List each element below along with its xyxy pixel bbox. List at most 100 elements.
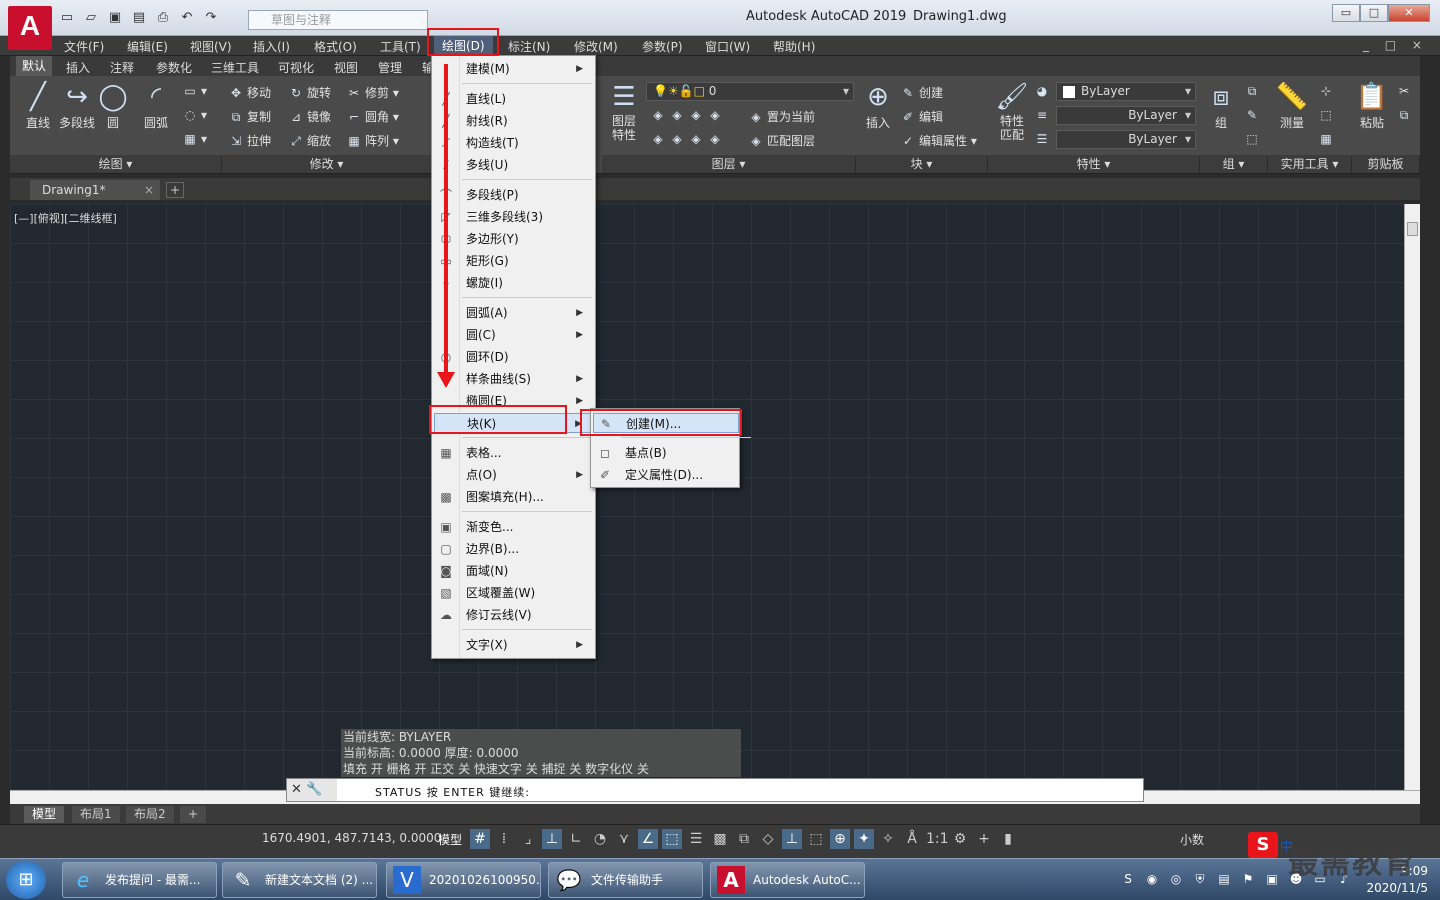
layer-state-icons[interactable]: ◈ ◈ ◈ ◈ [650,108,726,122]
ortho-icon[interactable]: ∟ [566,829,586,849]
modify-panel-title[interactable]: 修改 ▾ [222,155,432,173]
tab-parametric[interactable]: 参数化 [156,59,192,76]
menu-view[interactable]: 视图(V) [190,38,232,55]
utilities-panel-title[interactable]: 实用工具 ▾ [1268,155,1352,173]
doc-tab-drawing1[interactable]: Drawing1* × [30,180,160,200]
tab-insert[interactable]: 插入 [66,59,90,76]
mirror-tool[interactable]: ⊿ 镜像 [288,108,331,125]
taskbar-item-ie[interactable]: e 发布提问 - 最需... [62,862,217,898]
menu-item-wipeout[interactable]: ▧ 区域覆盖(W) [434,583,593,603]
set-current-layer-tool[interactable]: ◈ 置为当前 [748,108,815,125]
vertical-scroll-thumb[interactable] [1407,222,1418,236]
quick-select-icon[interactable]: ⬚ [1318,108,1337,122]
stretch-tool[interactable]: ⇲ 拉伸 [228,132,271,149]
selection-filter-icon[interactable]: ⬚ [806,829,826,849]
minimize-button[interactable]: ▭ [1332,4,1360,22]
menu-parametric[interactable]: 参数(P) [642,38,683,55]
tab-default[interactable]: 默认 [16,56,53,76]
network-icon[interactable]: ▤ [1216,872,1232,888]
command-line-controls[interactable]: ✕ 🔧 [287,779,337,801]
tab-model[interactable]: 模型 [24,806,65,823]
taskbar-item-notepad[interactable]: ✎ 新建文本文档 (2) ... [222,862,377,898]
measure-tool[interactable]: 📏 测量 [1272,80,1312,131]
block-panel-title[interactable]: 块 ▾ [856,155,988,173]
lineweight-dropdown[interactable]: ByLayer [1056,130,1196,149]
match-layer-tool[interactable]: ◈ 匹配图层 [748,132,815,149]
close-button[interactable]: ✕ [1388,4,1430,22]
menu-item-circle[interactable]: 圆(C) ▶ [434,325,593,345]
new-file-icon[interactable]: ▭ [58,10,76,26]
menu-item-donut[interactable]: ◎圆环(D) [434,347,593,367]
menu-edit[interactable]: 编辑(E) [127,38,168,55]
annotation-scale-icon[interactable]: Å [902,829,922,849]
table-grid-icon[interactable]: ▦ ▾ [182,132,207,146]
group-select-icon[interactable]: ⬚ [1244,132,1263,146]
menu-item-mline[interactable]: ⫽多线(U) [434,155,593,175]
model-space-button[interactable]: 模型 [438,831,462,848]
layer-tools-icons[interactable]: ◈ ◈ ◈ ◈ [650,132,726,146]
menu-item-line[interactable]: ╱直线(L) [434,89,593,109]
menu-window[interactable]: 窗口(W) [705,38,750,55]
transparency-icon[interactable]: ▩ [710,829,730,849]
edit-block-tool[interactable]: ✐ 编辑 [900,108,943,125]
tab-manage[interactable]: 管理 [378,59,402,76]
tab-visualize[interactable]: 可视化 [278,59,314,76]
menu-item-point[interactable]: 点(O) ▶ [434,465,593,485]
group-panel-title[interactable]: 组 ▾ [1200,155,1268,173]
autocad-logo-button[interactable]: A [8,6,52,50]
object-snap-icon[interactable]: ⬚ [662,829,682,849]
object-snap-tracking-icon[interactable]: ∠ [638,829,658,849]
menu-item-rectangle[interactable]: ▭矩形(G) [434,251,593,271]
viewport-controls-label[interactable]: [—][俯视][二维线框] [14,210,117,226]
units-icon[interactable]: ▮ [998,829,1018,849]
menu-item-boundary[interactable]: ▢ 边界(B)... [434,539,593,559]
settings-gear-icon[interactable]: ⚙ [950,829,970,849]
polyline-tool[interactable]: ↪ 多段线 [54,80,100,131]
auto-scale-icon[interactable]: ✧ [878,829,898,849]
draw-panel-title[interactable]: 绘图 ▾ [10,155,222,173]
dynamic-input-icon[interactable]: ⊥ [542,829,562,849]
plus-icon[interactable]: + [974,829,994,849]
create-block-tool[interactable]: ✎ 创建 [900,84,943,101]
new-tab-button[interactable]: + [166,182,184,198]
undo-icon[interactable]: ↶ [178,10,196,26]
add-layout-button[interactable]: + [180,806,207,823]
copy-clip-icon[interactable]: ⧉ [1396,108,1415,123]
layer-properties-tool[interactable]: ☰ 图层 特性 [606,80,642,142]
close-tab-icon[interactable]: × [144,180,154,200]
fillet-tool[interactable]: ⌐ 圆角 ▾ [346,108,399,125]
ungroup-icon[interactable]: ⧉ [1244,84,1263,99]
rectangle-icon[interactable]: ▭ ▾ [182,84,207,98]
insert-block-tool[interactable]: ⊕ 插入 [860,80,896,131]
menu-item-polygon[interactable]: ⬡多边形(Y) [434,229,593,249]
circle-tool[interactable]: ◯ 圆 [96,80,130,131]
copy-tool[interactable]: ⧉ 复制 [228,108,271,125]
tab-3d-tools[interactable]: 三维工具 [211,59,259,76]
menu-dimension[interactable]: 标注(N) [508,38,550,55]
save-icon[interactable]: ▣ [106,10,124,26]
menu-modify[interactable]: 修改(M) [574,38,618,55]
lineweight-icon[interactable]: ☰ [1034,132,1053,146]
submenu-item-basepoint[interactable]: ◻ 基点(B) [593,443,739,463]
array-tool[interactable]: ▦ 阵列 ▾ [346,132,399,149]
move-tool[interactable]: ✥ 移动 [228,84,271,101]
shield-icon[interactable]: ⛨ [1192,872,1208,888]
id-point-icon[interactable]: ⊹ [1318,84,1337,98]
wechat-tray-icon[interactable]: ◉ [1144,872,1160,888]
menu-item-region[interactable]: ◙ 面域(N) [434,561,593,581]
scale-tool[interactable]: ⤢ 缩放 [288,132,331,149]
hatch-icon[interactable]: ◌ ▾ [182,108,207,122]
layers-panel-title[interactable]: 图层 ▾ [602,155,856,173]
annotation-visibility-icon[interactable]: ✦ [854,829,874,849]
menu-item-spline[interactable]: 样条曲线(S) ▶ [434,369,593,389]
open-folder-icon[interactable]: ▱ [82,10,100,26]
trim-tool[interactable]: ✂ 修剪 ▾ [346,84,399,101]
workspace-select[interactable]: 草图与注释 [248,10,428,30]
menu-item-hatch[interactable]: ▩ 图案填充(H)... [434,487,593,507]
taskbar-item-wechat[interactable]: 💬 文件传输助手 [548,862,703,898]
command-line[interactable]: ✕ 🔧 STATUS 按 ENTER 键继续: [286,778,1144,802]
menu-file[interactable]: 文件(F) [64,38,104,55]
properties-panel-title[interactable]: 特性 ▾ [988,155,1200,173]
line-tool[interactable]: ╱ 直线 [18,80,58,131]
linetype-icon[interactable]: ≡ [1034,108,1053,122]
